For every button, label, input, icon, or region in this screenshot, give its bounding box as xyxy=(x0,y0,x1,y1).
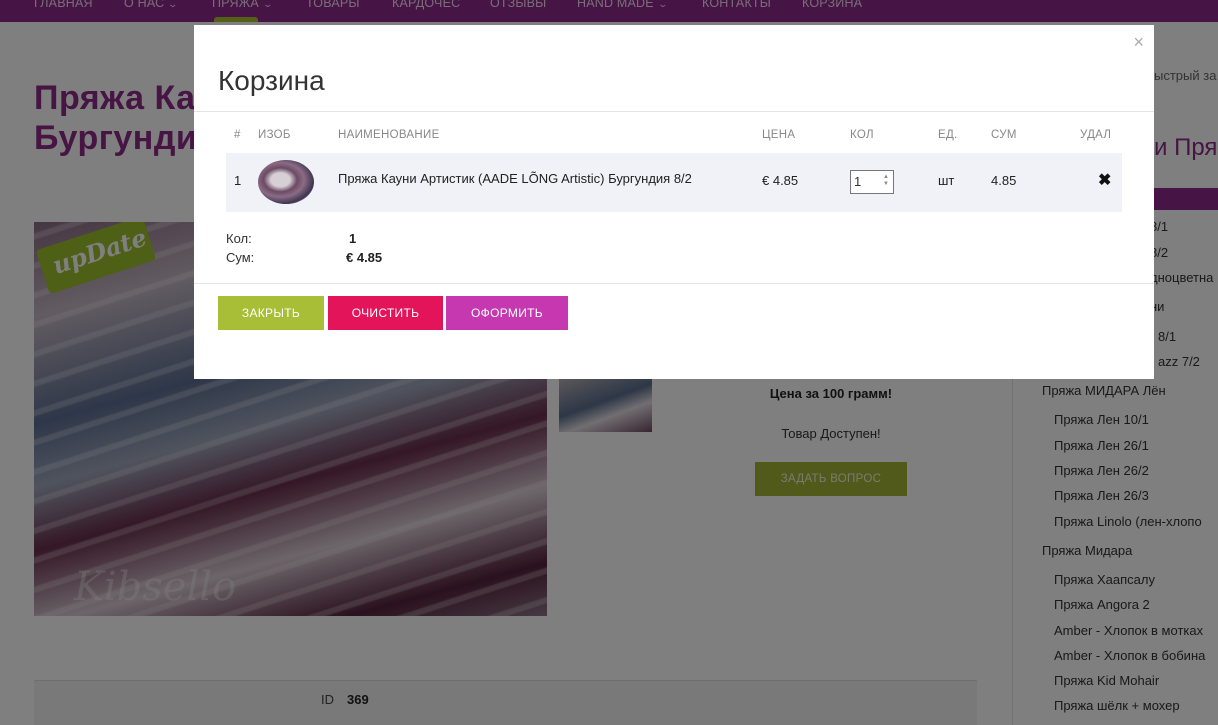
total-sum-label: Сум: xyxy=(226,250,255,265)
row-number: 1 xyxy=(234,173,242,188)
column-header-image: ИЗОБ xyxy=(258,129,291,141)
column-header-sum: СУМ xyxy=(991,129,1017,141)
close-button[interactable]: ЗАКРЫТЬ xyxy=(218,296,324,330)
divider xyxy=(194,111,1154,112)
column-header-number: # xyxy=(234,129,241,141)
product-name[interactable]: Пряжа Кауни Артистик (AADE LÕNG Artistic… xyxy=(338,171,692,186)
cart-table-header: # ИЗОБ НАИМЕНОВАНИЕ ЦЕНА КОЛ ЕД. СУМ УДА… xyxy=(226,129,1122,145)
close-icon[interactable]: × xyxy=(1133,33,1144,51)
row-sum: 4.85 xyxy=(991,173,1017,188)
modal-title: Корзина xyxy=(218,65,325,96)
checkout-button[interactable]: ОФОРМИТЬ xyxy=(446,296,568,330)
product-image[interactable] xyxy=(258,160,314,204)
cart-modal: × Корзина # ИЗОБ НАИМЕНОВАНИЕ ЦЕНА КОЛ Е… xyxy=(194,25,1154,379)
column-header-unit: ЕД. xyxy=(938,129,958,141)
column-header-delete: УДАЛ xyxy=(1080,129,1112,141)
divider xyxy=(194,283,1154,284)
table-row: 1 Пряжа Кауни Артистик (AADE LÕNG Artist… xyxy=(226,153,1122,212)
spinner-arrows-icon[interactable]: ▲ ▼ xyxy=(881,174,891,190)
total-qty-value: 1 xyxy=(349,231,357,246)
column-header-name: НАИМЕНОВАНИЕ xyxy=(338,129,440,141)
column-header-quantity: КОЛ xyxy=(850,129,874,141)
product-price: € 4.85 xyxy=(762,173,799,188)
column-header-price: ЦЕНА xyxy=(762,129,796,141)
delete-icon[interactable]: ✖ xyxy=(1098,170,1111,190)
total-qty-label: Кол: xyxy=(226,231,252,246)
clear-cart-button[interactable]: ОЧИСТИТЬ xyxy=(328,296,443,330)
quantity-value: 1 xyxy=(854,174,862,189)
quantity-stepper[interactable]: 1 ▲ ▼ xyxy=(850,170,894,194)
total-sum-value: € 4.85 xyxy=(346,250,383,265)
product-unit: шт xyxy=(938,173,955,188)
